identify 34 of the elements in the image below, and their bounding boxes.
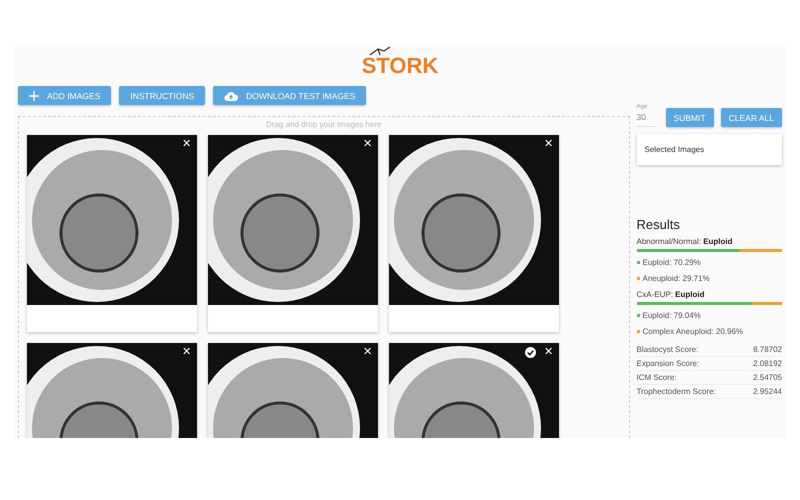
close-button[interactable]: ✕ [363,138,372,150]
legend-text: Aneuploid: 29.71% [642,274,710,283]
score-name: Expansion Score: [636,359,700,368]
image-card[interactable]: ✕ [27,343,197,438]
panel-title: Selected Images [644,145,704,154]
image-card[interactable]: ✕ [208,343,378,438]
image-card[interactable]: ✕ [389,135,559,332]
score-name: Trophectoderm Score: [636,387,716,396]
score-name: Blastocyst Score: [636,345,698,354]
legend-text: Euploid: 79.04% [642,311,701,320]
close-button[interactable]: ✕ [363,346,372,358]
close-button[interactable]: ✕ [182,346,191,358]
close-button[interactable]: ✕ [544,138,553,150]
classification-label: CxA-EUP: Euploid [636,290,706,299]
legend-text: Euploid: 70.29% [642,258,701,267]
classification-label: Abnormal/Normal: Euploid [636,237,734,246]
close-button[interactable]: ✕ [544,346,553,358]
dropzone-hint: Drag and drop your images here [265,119,382,131]
logo-text: STORK [362,53,438,79]
plus-icon [29,90,39,100]
image-card[interactable]: ✕ [389,343,559,438]
cloud-upload-icon [224,90,238,100]
score-value: 2.08192 [753,359,782,368]
image-card[interactable]: ✕ [208,135,378,332]
score-value: 2.95244 [753,387,782,396]
score-name: ICM Score: [636,373,677,382]
results-heading: Results [636,217,681,232]
image-card[interactable]: ✕ [27,135,197,332]
bird-icon [368,45,392,57]
close-button[interactable]: ✕ [182,138,191,150]
legend-text: Complex Aneuploid: 20.96% [642,327,744,336]
dropzone[interactable]: Drag and drop your images here ✕ ✕ ✕ ✕ ✕ ✕ [18,116,630,438]
score-value: 8.78702 [753,345,782,354]
score-value: 2.54705 [753,373,782,382]
